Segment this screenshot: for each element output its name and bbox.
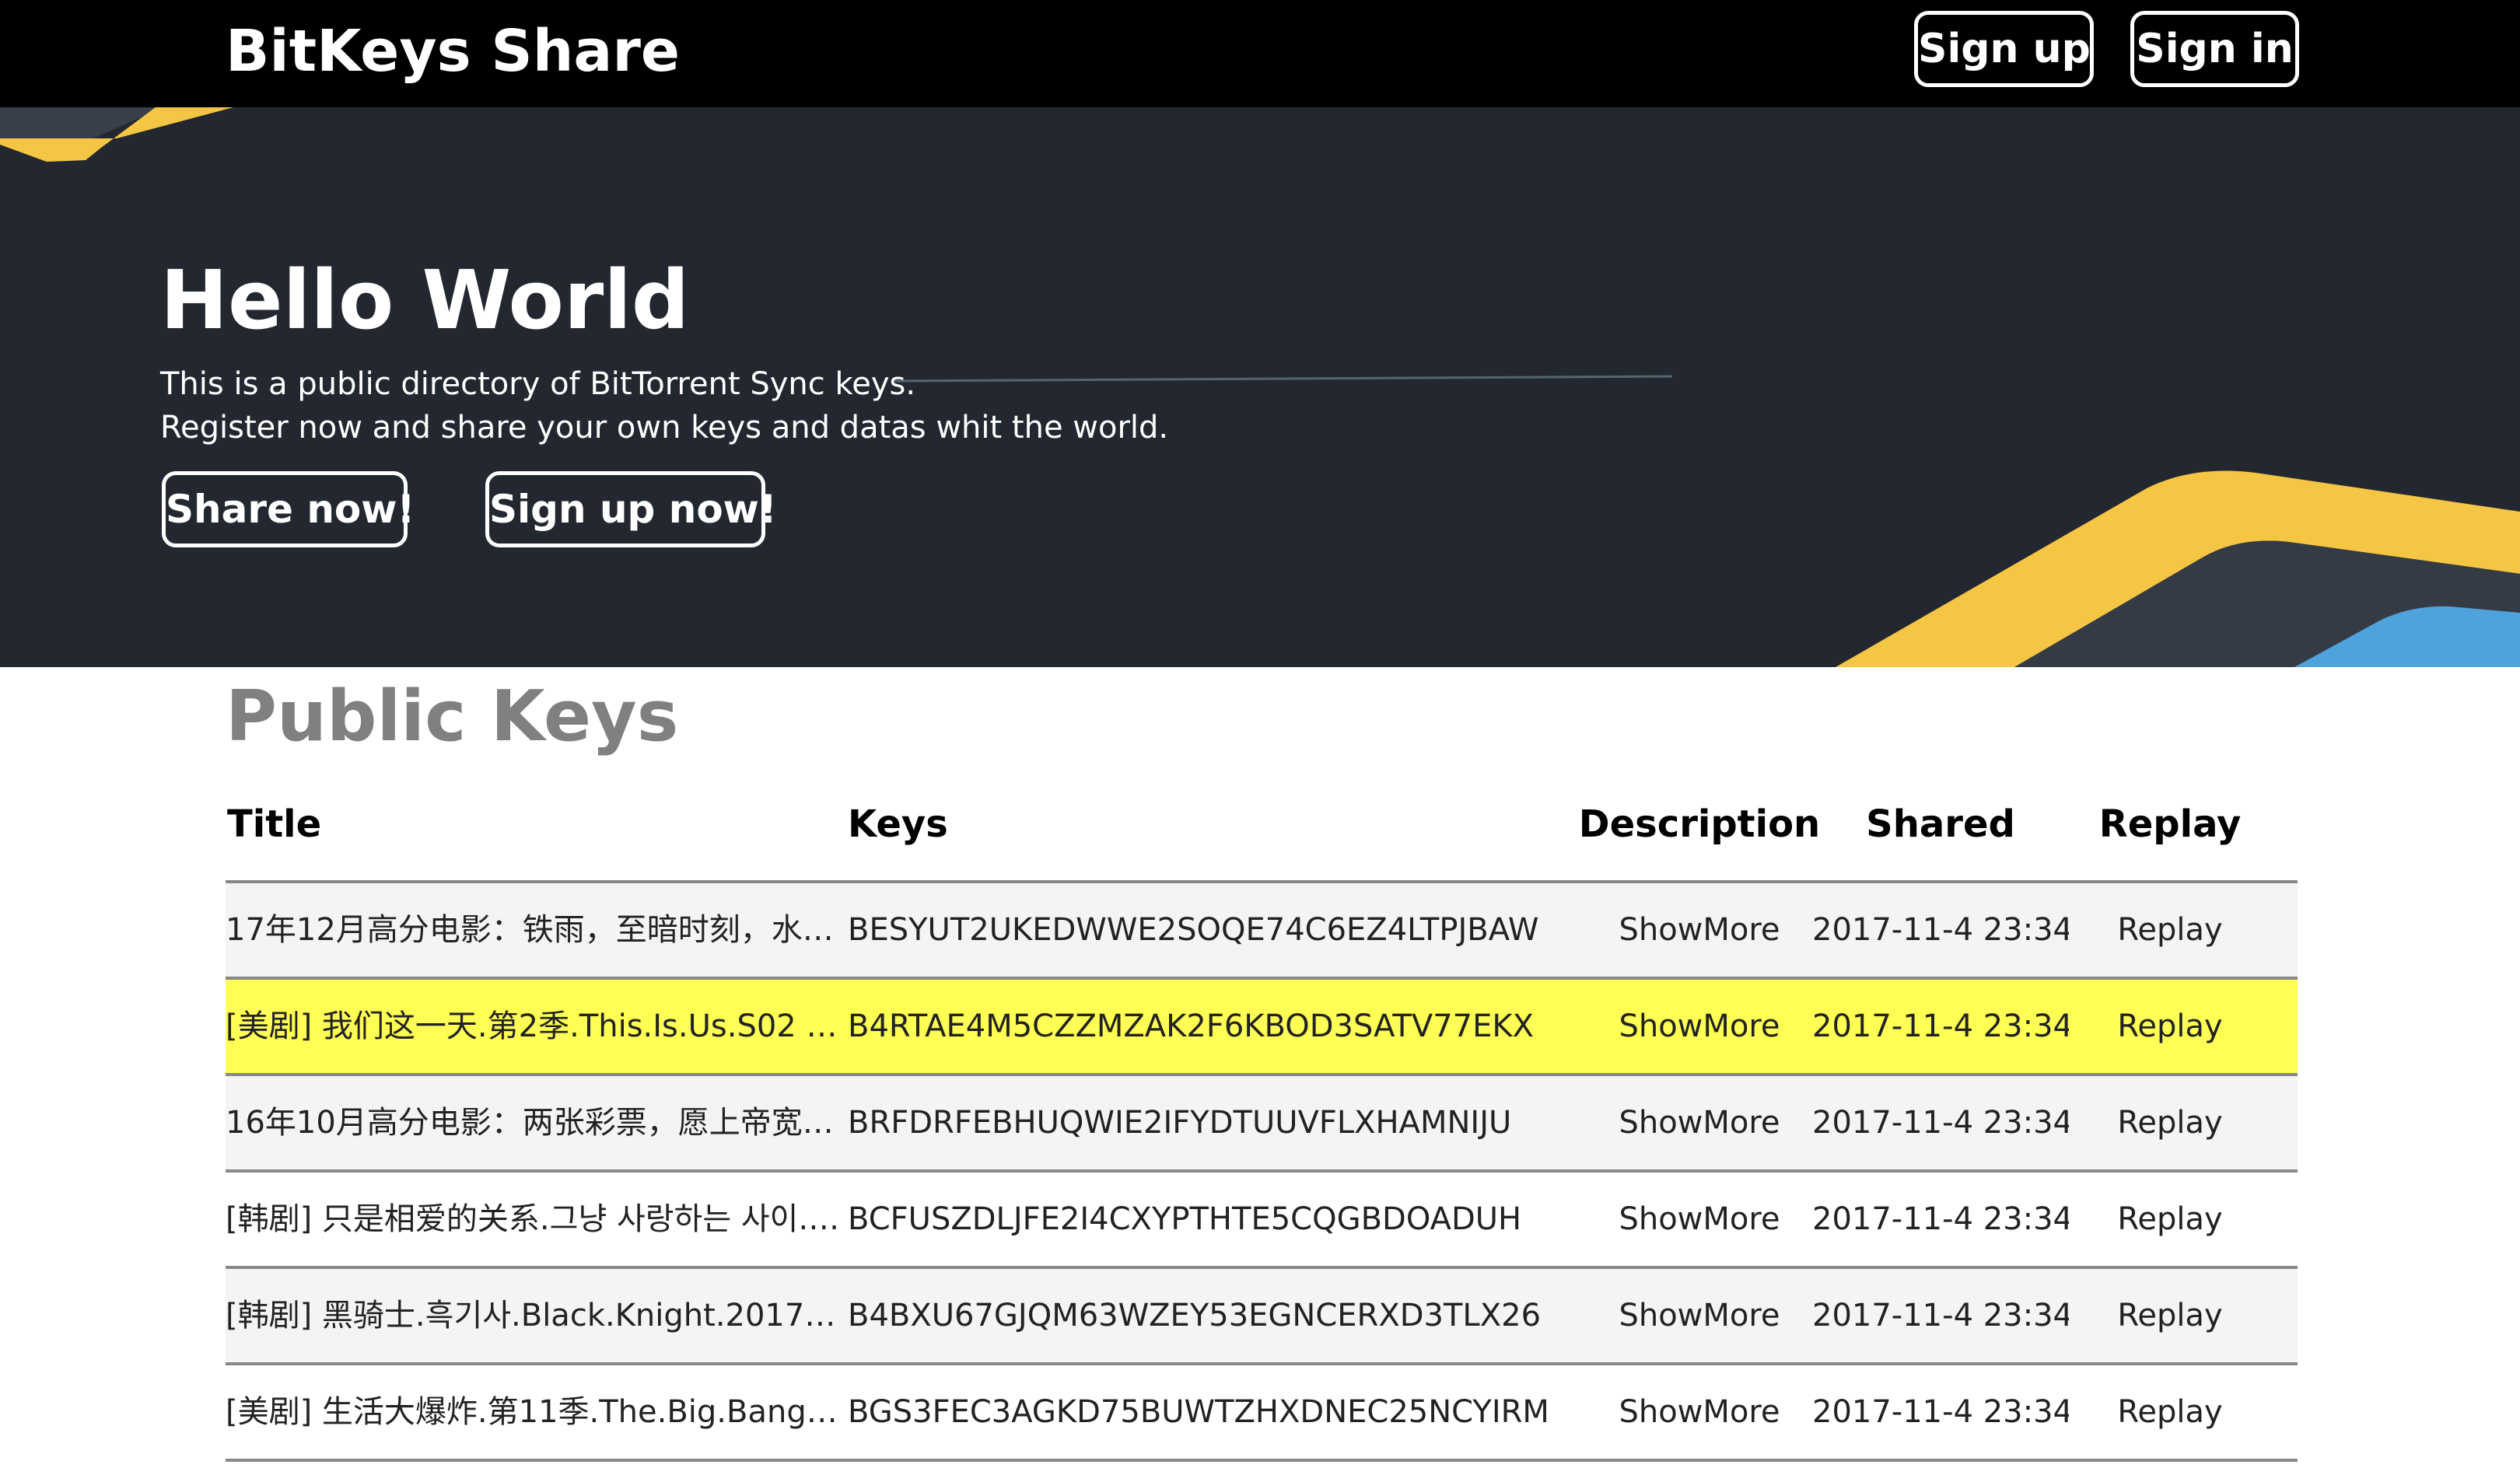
row-shared-date: 2017-11-4 23:34 <box>1812 1201 2069 1237</box>
show-more-link[interactable]: ShowMore <box>1571 1076 1828 1169</box>
show-more-link[interactable]: ShowMore <box>1571 1269 1828 1362</box>
row-key: BGS3FEC3AGKD75BUWTZHXDNEC25NCYIRM <box>848 1394 1549 1430</box>
table-row[interactable]: [美剧] 我们这一天.第2季.This.Is.Us.S02 更新中 B4RTAE… <box>226 980 2298 1076</box>
row-title[interactable]: [韩剧] 黑骑士.흑기사.Black.Knight.2017 更新中 <box>226 1269 844 1362</box>
show-more-link[interactable]: ShowMore <box>1571 1173 1828 1266</box>
replay-link[interactable]: Replay <box>2069 1365 2271 1459</box>
hero-description-line-1: This is a public directory of BitTorrent… <box>160 366 916 402</box>
row-key: B4BXU67GJQM63WZEY53EGNCERXD3TLX26 <box>848 1298 1542 1333</box>
row-title[interactable]: 16年10月高分电影：两张彩票，愿上帝宽恕我们 <box>226 1076 844 1169</box>
table-header: Title Keys Description Shared Replay <box>226 778 2298 883</box>
column-header-keys: Keys <box>848 802 948 846</box>
row-shared-date: 2017-11-4 23:34 <box>1812 1008 2069 1044</box>
show-more-link[interactable]: ShowMore <box>1571 883 1828 977</box>
public-keys-table: Title Keys Description Shared Replay 17年… <box>226 778 2298 1462</box>
brand-logo[interactable]: BitKeys Share <box>226 12 680 90</box>
show-more-link[interactable]: ShowMore <box>1571 1365 1828 1459</box>
hero-description-line-2: Register now and share your own keys and… <box>160 410 1169 446</box>
replay-link[interactable]: Replay <box>2069 1173 2271 1266</box>
hero-light-line <box>894 375 1673 383</box>
row-key: B4RTAE4M5CZZMZAK2F6KBOD3SATV77EKX <box>848 1008 1534 1044</box>
row-title[interactable]: [韩剧] 只是相爱的关系.그냥 사랑하는 사이.Just.Between.Lov… <box>226 1173 844 1266</box>
navbar: BitKeys Share Sign up Sign in <box>0 0 2520 107</box>
sign-up-now-button[interactable]: Sign up now! <box>485 471 777 547</box>
show-more-link[interactable]: ShowMore <box>1571 980 1828 1073</box>
row-key: BESYUT2UKEDWWE2SOQE74C6EZ4LTPJBAW <box>848 912 1539 948</box>
section-title: Public Keys <box>226 676 679 757</box>
hero-title: Hello World <box>160 253 690 348</box>
table-row[interactable]: 17年12月高分电影：铁雨，至暗时刻，水形物语 BESYUT2UKEDWWE2S… <box>226 883 2298 980</box>
share-now-button[interactable]: Share now! <box>162 471 415 547</box>
hero-banner: Hello World This is a public directory o… <box>0 107 2520 667</box>
table-row[interactable]: 16年10月高分电影：两张彩票，愿上帝宽恕我们 BRFDRFEBHUQWIE2I… <box>226 1076 2298 1173</box>
row-title[interactable]: 17年12月高分电影：铁雨，至暗时刻，水形物语 <box>226 883 844 977</box>
row-title[interactable]: [美剧] 生活大爆炸.第11季.The.Big.Bang.Theory.S11 <box>226 1365 844 1459</box>
table-row[interactable]: [韩剧] 只是相爱的关系.그냥 사랑하는 사이.Just.Between.Lov… <box>226 1173 2298 1269</box>
table-row[interactable]: [美剧] 生活大爆炸.第11季.The.Big.Bang.Theory.S11 … <box>226 1365 2298 1462</box>
row-title[interactable]: [美剧] 我们这一天.第2季.This.Is.Us.S02 更新中 <box>226 980 844 1073</box>
column-header-shared: Shared <box>1866 802 2015 846</box>
row-shared-date: 2017-11-4 23:34 <box>1812 1394 2069 1430</box>
row-shared-date: 2017-11-4 23:34 <box>1812 1105 2069 1141</box>
column-header-description: Description <box>1578 802 1821 846</box>
replay-link[interactable]: Replay <box>2069 1076 2271 1169</box>
column-header-replay: Replay <box>2098 802 2242 846</box>
replay-link[interactable]: Replay <box>2069 980 2271 1073</box>
column-header-title: Title <box>227 802 322 846</box>
row-key: BRFDRFEBHUQWIE2IFYDTUUVFLXHAMNIJU <box>848 1105 1512 1141</box>
replay-link[interactable]: Replay <box>2069 1269 2271 1362</box>
row-shared-date: 2017-11-4 23:34 <box>1812 912 2069 948</box>
sign-up-button[interactable]: Sign up <box>1914 11 2094 87</box>
sign-in-button[interactable]: Sign in <box>2130 11 2299 87</box>
replay-link[interactable]: Replay <box>2069 883 2271 977</box>
row-shared-date: 2017-11-4 23:34 <box>1812 1298 2069 1333</box>
row-key: BCFUSZDLJFE2I4CXYPTHTE5CQGBDOADUH <box>848 1201 1522 1237</box>
table-row[interactable]: [韩剧] 黑骑士.흑기사.Black.Knight.2017 更新中 B4BXU… <box>226 1269 2298 1365</box>
